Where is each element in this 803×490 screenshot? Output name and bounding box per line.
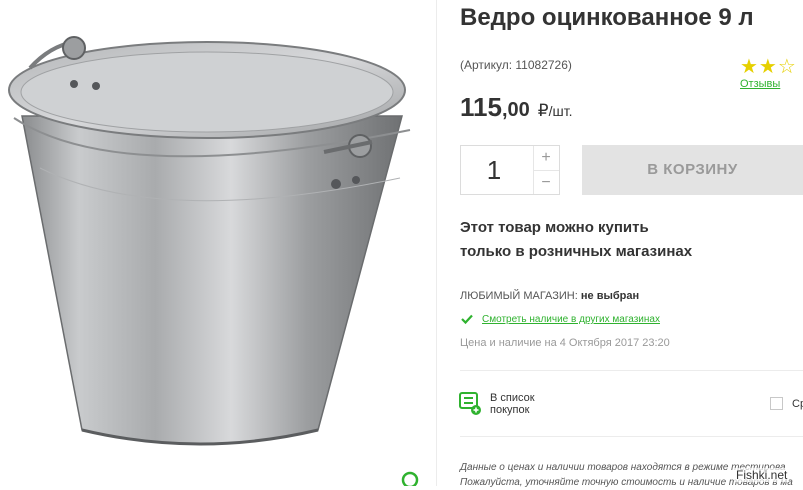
favorite-store-value: не выбран	[580, 290, 640, 302]
favorite-store-label: ЛЮБИМЫЙ МАГАЗИН:	[460, 290, 578, 302]
price-decimal: ,00	[501, 99, 530, 121]
favorite-store: ЛЮБИМЫЙ МАГАЗИН: не выбран	[460, 290, 639, 302]
quantity-stepper: 1 + −	[460, 145, 560, 195]
reviews-link[interactable]: Отзывы	[740, 78, 780, 90]
quantity-increase-button[interactable]: +	[533, 146, 559, 170]
compare-label: Ср	[792, 398, 803, 410]
retail-note-line2: только в розничных магазинах	[460, 243, 693, 260]
shopping-list-icon[interactable]	[459, 392, 483, 416]
price-integer: 115	[460, 92, 502, 122]
add-to-list-button[interactable]: В список покупок	[490, 392, 535, 416]
product-price: 115,00 ₽/шт.	[460, 92, 572, 123]
price-currency: ₽	[537, 101, 549, 120]
rating-stars: ★★☆	[740, 54, 797, 79]
watermark: Fishki.net	[734, 468, 790, 482]
product-sku: (Артикул: 11082726)	[460, 58, 572, 72]
add-to-cart-button[interactable]: В КОРЗИНУ	[582, 145, 803, 195]
zoom-icon[interactable]	[399, 470, 421, 486]
list-label-line1: В список	[490, 392, 535, 404]
retail-note-line1: Этот товар можно купить	[460, 219, 649, 236]
price-unit: /шт.	[548, 103, 573, 119]
availability-link[interactable]: Смотреть наличие в других магазинах	[482, 314, 660, 325]
price-date: Цена и наличие на 4 Октября 2017 23:20	[460, 337, 670, 349]
compare-checkbox[interactable]	[770, 397, 783, 410]
retail-only-note: Этот товар можно купить только в розничн…	[460, 216, 692, 264]
product-image[interactable]	[0, 28, 436, 458]
list-label-line2: покупок	[490, 404, 530, 416]
column-divider	[436, 0, 437, 486]
quantity-decrease-button[interactable]: −	[533, 170, 559, 195]
divider	[460, 370, 803, 371]
rating-stars-glyphs: ★★☆	[740, 56, 797, 78]
divider	[460, 436, 803, 437]
quantity-input[interactable]: 1	[461, 146, 527, 194]
check-icon	[461, 314, 473, 325]
product-title: Ведро оцинкованное 9 л	[460, 4, 754, 31]
product-image-area	[0, 0, 436, 486]
